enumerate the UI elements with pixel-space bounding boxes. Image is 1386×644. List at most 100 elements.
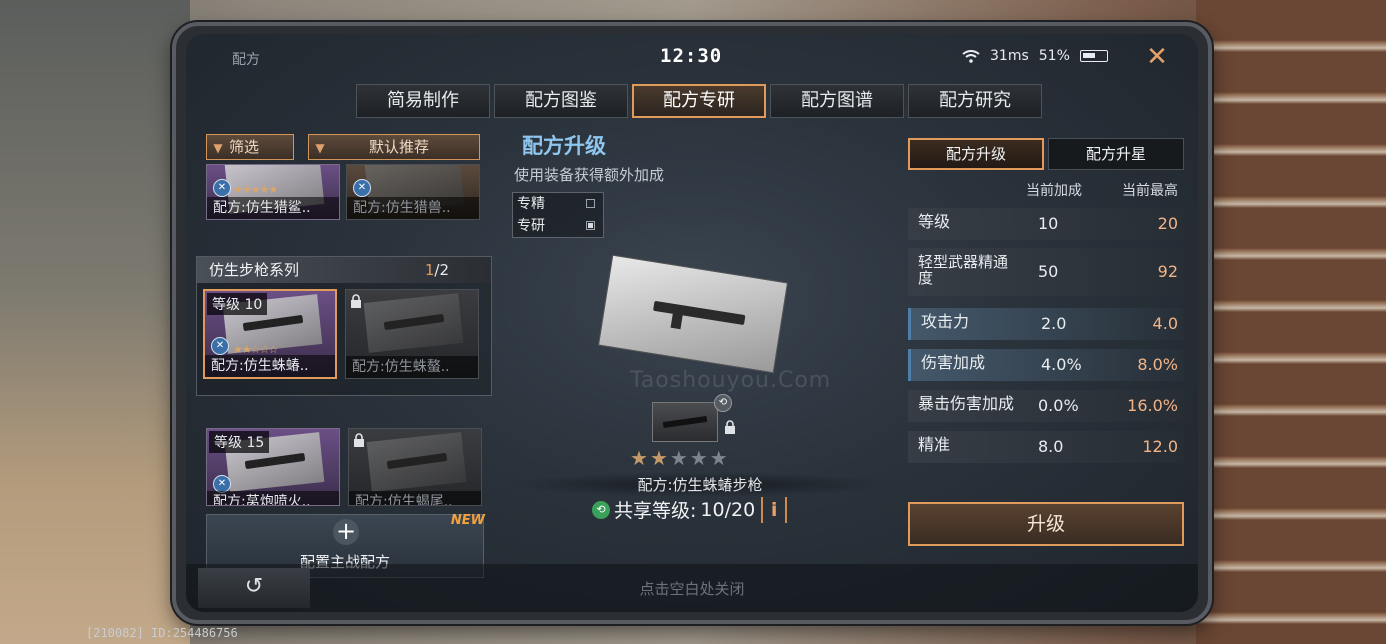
stat-max: 20 xyxy=(1157,214,1178,233)
skill-badge-icon: ✕ xyxy=(211,337,229,355)
stat-name: 攻击力 xyxy=(921,312,970,331)
section-subtitle: 使用装备获得额外加成 xyxy=(514,166,665,184)
stat-max: 4.0 xyxy=(1152,314,1178,333)
stat-row: 轻型武器精通度 50 92 xyxy=(908,248,1184,296)
wifi-icon xyxy=(962,49,980,63)
card-label: 配方:仿生蛛螯.. xyxy=(346,356,478,378)
stat-row: 精准 8.0 12.0 xyxy=(908,431,1184,463)
tab-recipe-research[interactable]: 配方研究 xyxy=(908,84,1042,118)
card-label: 配方:仿生蝎尾.. xyxy=(349,491,481,505)
series-page-count: 1/2 xyxy=(425,257,449,283)
stat-row: 攻击力 2.0 4.0 xyxy=(908,308,1184,340)
tab-recipe-catalog[interactable]: 配方图鉴 xyxy=(494,84,628,118)
bottom-bar: 点击空白处关闭 ↺ xyxy=(186,564,1198,612)
close-hint[interactable]: 点击空白处关闭 xyxy=(186,578,1198,599)
col-max: 当前最高 xyxy=(1122,183,1178,199)
skill-badge-icon: ✕ xyxy=(353,179,371,197)
page-total: /2 xyxy=(434,261,449,279)
sort-label: 默认推荐 xyxy=(369,138,430,156)
level-badge: 等级 10 xyxy=(207,293,268,315)
recipe-card-locked[interactable]: 配方:仿生蝎尾.. xyxy=(348,428,482,506)
share-level: ⟲ 共享等级: 10/20 i xyxy=(592,496,788,523)
level-badge: 等级 15 xyxy=(209,431,270,453)
blueprint-image xyxy=(597,254,789,374)
recipe-card-locked[interactable]: 配方:仿生蛛螯.. xyxy=(345,289,479,379)
lock-icon xyxy=(351,294,361,308)
upgrade-button[interactable]: 升级 xyxy=(908,502,1184,546)
new-badge: NEW xyxy=(450,513,485,528)
card-label: 配方:仿生猎兽.. xyxy=(347,197,479,219)
share-icon[interactable]: ⟲ xyxy=(714,394,732,412)
watermark: Taoshouyou.Com xyxy=(630,368,832,393)
tab-recipe-upgrade[interactable]: 配方升级 xyxy=(908,138,1044,170)
tab-recipe-study[interactable]: 配方专研 xyxy=(632,84,766,118)
star-filled-icon: ★ xyxy=(649,446,670,470)
recipe-detail: 配方升级 使用装备获得额外加成 专精 专研 Taoshouyou.Com ⟲ ★… xyxy=(506,128,894,548)
star-empty-icon: ★ xyxy=(669,446,690,470)
stat-max: 12.0 xyxy=(1142,437,1178,456)
share-level-icon: ⟲ xyxy=(592,500,610,519)
mode-toggle: 专精 专研 xyxy=(512,192,604,238)
mode-study[interactable]: 专研 xyxy=(513,215,603,237)
recipe-card[interactable]: ✕ 配方:仿生猎兽.. xyxy=(346,164,480,220)
lock-icon xyxy=(354,433,364,447)
background-left xyxy=(0,0,190,644)
top-bar: 配方 12:30 31ms 51% ✕ xyxy=(186,34,1198,80)
back-button[interactable]: ↺ xyxy=(198,568,310,608)
skill-badge-icon: ✕ xyxy=(213,179,231,197)
stat-max: 8.0% xyxy=(1137,355,1178,374)
series-header: 仿生步枪系列 1/2 xyxy=(197,257,491,283)
battery-icon xyxy=(1079,50,1108,62)
sort-button[interactable]: ▼ 默认推荐 xyxy=(308,134,480,160)
mode-label: 专精 xyxy=(517,196,545,212)
tab-recipe-atlas[interactable]: 配方图谱 xyxy=(770,84,904,118)
recipe-name: 配方:仿生蛛蝽步枪 xyxy=(506,472,894,497)
recipe-card-selected[interactable]: 等级 10 ✕ ★★☆☆☆ 配方:仿生蛛蝽.. xyxy=(203,289,337,379)
series-group: 仿生步枪系列 1/2 等级 10 ✕ ★★☆☆☆ 配方:仿生蛛蝽.. 配方:仿生… xyxy=(196,256,492,396)
upgrade-tabs: 配方升级 配方升星 xyxy=(908,138,1188,170)
tab-recipe-star-up[interactable]: 配方升星 xyxy=(1048,138,1184,170)
stat-name: 等级 xyxy=(918,212,951,231)
status-area: 31ms 51% xyxy=(962,48,1108,64)
back-icon: ↺ xyxy=(244,574,264,599)
card-label: 配方:仿生猎鲨.. xyxy=(207,197,339,219)
mode-label: 专研 xyxy=(517,218,545,234)
player-id: [210082] ID:254486756 xyxy=(86,626,238,640)
recipe-card[interactable]: 等级 15 ✕ 配方:莴炮喷火.. xyxy=(206,428,340,506)
stat-current: 0.0% xyxy=(1038,396,1079,415)
checkbox-checked-icon xyxy=(586,221,595,230)
clock: 12:30 xyxy=(660,45,723,67)
stat-current: 4.0% xyxy=(1041,355,1082,374)
weapon-thumbnail[interactable] xyxy=(652,402,718,442)
card-label: 配方:仿生蛛蝽.. xyxy=(205,355,335,377)
gun-image xyxy=(662,415,708,429)
stat-max: 16.0% xyxy=(1127,396,1178,415)
checkbox-icon xyxy=(586,199,595,208)
tab-simple-craft[interactable]: 简易制作 xyxy=(356,84,490,118)
game-screen: 配方 12:30 31ms 51% ✕ 简易制作 配方图鉴 配方专研 配方图谱 … xyxy=(186,34,1198,612)
chevron-down-icon: ▼ xyxy=(315,141,325,155)
recipe-card[interactable]: ✕ ★★★★★ 配方:仿生猎鲨.. xyxy=(206,164,340,220)
stat-row: 暴击伤害加成 0.0% 16.0% xyxy=(908,390,1184,422)
filter-label: 筛选 xyxy=(229,138,260,156)
stat-row: 等级 10 20 xyxy=(908,208,1184,240)
main-tabs: 简易制作 配方图鉴 配方专研 配方图谱 配方研究 xyxy=(356,84,1042,118)
window-title: 配方 xyxy=(232,52,260,68)
info-button[interactable]: i xyxy=(761,496,788,523)
share-level-label: 共享等级: xyxy=(614,500,697,522)
page-current: 1 xyxy=(424,261,435,279)
filter-button[interactable]: ▼ 筛选 xyxy=(206,134,294,160)
rifle-image xyxy=(653,300,746,326)
lock-icon xyxy=(725,420,735,434)
mode-mastery[interactable]: 专精 xyxy=(513,193,603,215)
recipe-list-panel: ▼ 筛选 ▼ 默认推荐 ✕ ★★★★★ 配方:仿生猎鲨.. ✕ 配方:仿生猎兽.. … xyxy=(196,128,496,578)
ping-text: 31ms xyxy=(990,48,1029,64)
card-label: 配方:莴炮喷火.. xyxy=(207,491,339,505)
upgrade-panel: 配方升级 配方升星 当前加成 当前最高 等级 10 20 轻型武器精通度 50 … xyxy=(908,138,1188,558)
close-button[interactable]: ✕ xyxy=(1144,44,1170,70)
stat-name: 精准 xyxy=(918,435,951,454)
stat-current: 10 xyxy=(1038,214,1059,233)
stat-current: 50 xyxy=(1038,262,1059,281)
star-filled-icon: ★ xyxy=(630,446,650,470)
plus-icon: + xyxy=(333,519,359,545)
